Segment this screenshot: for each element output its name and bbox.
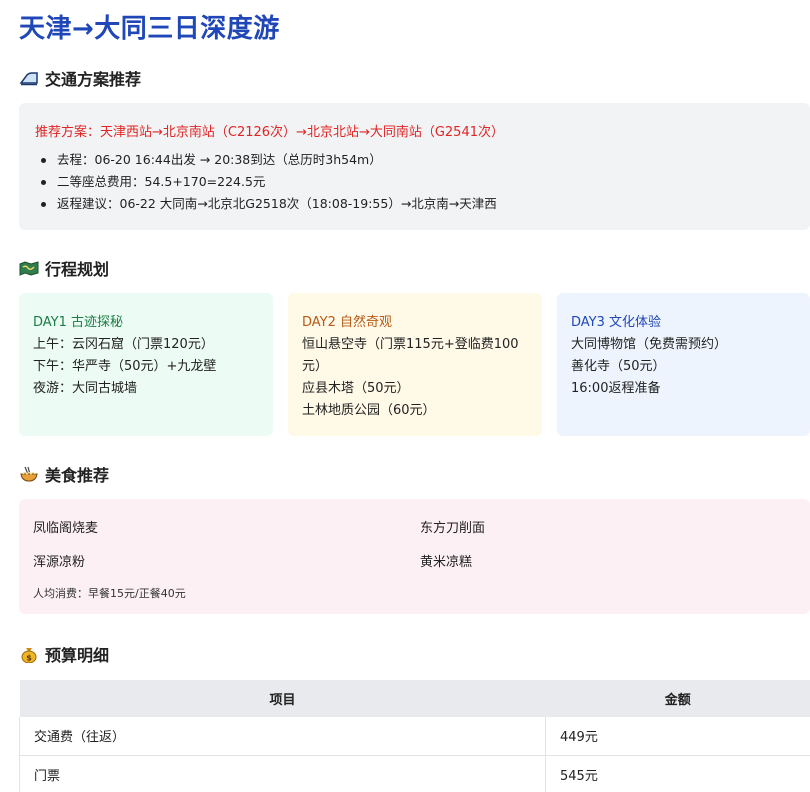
- day-line: 恒山悬空寺（门票115元+登临费100元）: [302, 337, 519, 374]
- day-card-2: DAY2 自然奇观 恒山悬空寺（门票115元+登临费100元） 应县木塔（50元…: [288, 293, 542, 436]
- column-header: 金额: [545, 680, 810, 717]
- day-card-1: DAY1 古迹探秘 上午：云冈石窟（门票120元） 下午：华严寺（50元）+九龙…: [19, 293, 273, 436]
- table-cell: 449元: [545, 717, 810, 756]
- day-title: DAY3 文化体验: [571, 315, 662, 330]
- day-line: 下午：华严寺（50元）+九龙壁: [33, 359, 217, 374]
- day-card-3: DAY3 文化体验 大同博物馆（免费需预约） 善化寺（50元） 16:00返程准…: [557, 293, 810, 436]
- day-line: 上午：云冈石窟（门票120元）: [33, 337, 214, 352]
- day-title: DAY2 自然奇观: [302, 315, 393, 330]
- budget-heading: $ 预算明细: [19, 642, 109, 666]
- table-header-row: 项目 金额: [19, 680, 810, 717]
- list-item: 二等座总费用：54.5+170=224.5元: [41, 171, 497, 193]
- itinerary-heading-label: 行程规划: [45, 260, 110, 279]
- itinerary-heading: 行程规划: [19, 256, 109, 280]
- day-line: 土林地质公园（60元）: [302, 403, 436, 418]
- day-line: 善化寺（50元）: [571, 359, 666, 374]
- map-icon: [19, 259, 39, 277]
- day-title: DAY1 古迹探秘: [33, 315, 124, 330]
- money-bag-icon: $: [19, 645, 39, 664]
- page-title: 天津→大同三日深度游: [19, 14, 280, 44]
- food-item: 浑源凉粉: [33, 555, 86, 570]
- budget-heading-label: 预算明细: [45, 646, 110, 665]
- food-heading-label: 美食推荐: [45, 466, 110, 485]
- noodle-bowl-icon: [19, 465, 39, 483]
- food-item: 东方刀削面: [420, 521, 486, 536]
- transport-heading-label: 交通方案推荐: [45, 70, 142, 89]
- table-cell: 545元: [545, 755, 810, 792]
- day-line: 夜游：大同古城墙: [33, 381, 138, 396]
- train-icon: [19, 69, 39, 87]
- food-panel: 凤临阁烧麦 东方刀削面 浑源凉粉 黄米凉糕 人均消费：早餐15元/正餐40元: [19, 499, 810, 614]
- food-item: 黄米凉糕: [420, 555, 473, 570]
- recommended-route: 推荐方案：天津西站→北京南站（C2126次）→北京北站→大同南站（G2541次）: [35, 125, 504, 140]
- day-line: 16:00返程准备: [571, 381, 661, 396]
- food-item: 凤临阁烧麦: [33, 521, 99, 536]
- table-row: 门票 545元: [19, 755, 810, 792]
- transport-heading: 交通方案推荐: [19, 66, 141, 90]
- transport-details: 去程：06-20 16:44出发 → 20:38到达（总历时3h54m） 二等座…: [41, 149, 497, 215]
- transport-panel: 推荐方案：天津西站→北京南站（C2126次）→北京北站→大同南站（G2541次）…: [19, 103, 810, 230]
- svg-text:$: $: [26, 654, 32, 663]
- column-header: 项目: [19, 680, 546, 717]
- table-cell: 门票: [19, 755, 546, 792]
- day-line: 大同博物馆（免费需预约）: [571, 337, 728, 352]
- list-item: 去程：06-20 16:44出发 → 20:38到达（总历时3h54m）: [41, 149, 497, 171]
- table-row: 交通费（往返） 449元: [19, 717, 810, 756]
- list-item: 返程建议：06-22 大同南→北京北G2518次（18:08-19:55）→北京…: [41, 193, 497, 215]
- table-cell: 交通费（往返）: [19, 717, 546, 756]
- food-cost-note: 人均消费：早餐15元/正餐40元: [33, 587, 186, 600]
- day-line: 应县木塔（50元）: [302, 381, 410, 396]
- food-heading: 美食推荐: [19, 462, 109, 486]
- budget-table: 项目 金额 交通费（往返） 449元 门票 545元: [19, 680, 810, 792]
